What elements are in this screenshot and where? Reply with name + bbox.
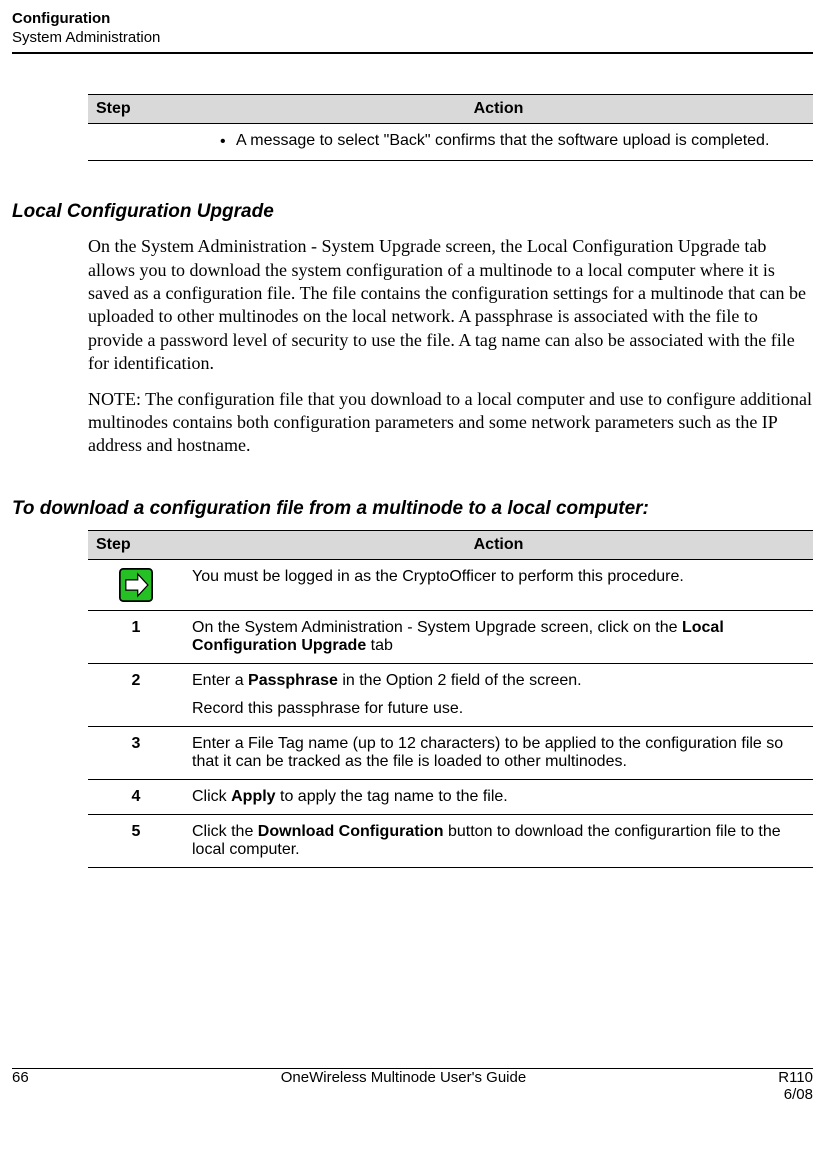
- step-number: 1: [88, 610, 184, 663]
- action-cell: Click the Download Configuration button …: [184, 814, 813, 867]
- col-header-step: Step: [88, 94, 184, 123]
- header-title: Configuration: [12, 10, 813, 29]
- action-text: You must be logged in as the CryptoOffic…: [192, 568, 805, 586]
- action-cell: • A message to select "Back" confirms th…: [184, 123, 813, 161]
- bullet-icon: •: [220, 132, 236, 153]
- footer-revision: R110: [778, 1069, 813, 1086]
- footer-center-text: OneWireless Multinode User's Guide: [281, 1069, 526, 1103]
- action-text: Enter a Passphrase in the Option 2 field…: [192, 672, 805, 690]
- bullet-text: A message to select "Back" confirms that…: [236, 132, 805, 153]
- action-cell: Enter a File Tag name (up to 12 characte…: [184, 726, 813, 779]
- col-header-action: Action: [184, 530, 813, 559]
- section-title-local-config-upgrade: Local Configuration Upgrade: [12, 201, 813, 223]
- page-header: Configuration System Administration: [12, 10, 813, 48]
- col-header-step: Step: [88, 530, 184, 559]
- section-title-download-procedure: To download a configuration file from a …: [12, 498, 813, 520]
- footer-date: 6/08: [778, 1086, 813, 1103]
- step-table-continuation: Step Action • A message to select "Back"…: [88, 94, 813, 162]
- table-row: 5 Click the Download Configuration butto…: [88, 814, 813, 867]
- action-cell: Enter a Passphrase in the Option 2 field…: [184, 663, 813, 726]
- col-header-action: Action: [184, 94, 813, 123]
- action-text: Click Apply to apply the tag name to the…: [192, 788, 805, 806]
- table-row: 4 Click Apply to apply the tag name to t…: [88, 779, 813, 814]
- table-row: 2 Enter a Passphrase in the Option 2 fie…: [88, 663, 813, 726]
- action-text: Enter a File Tag name (up to 12 characte…: [192, 735, 805, 771]
- step-cell-icon: [88, 559, 184, 610]
- body-paragraph: On the System Administration - System Up…: [88, 235, 813, 375]
- action-text: Click the Download Configuration button …: [192, 823, 805, 859]
- header-subtitle: System Administration: [12, 29, 813, 48]
- table-row: You must be logged in as the CryptoOffic…: [88, 559, 813, 610]
- table-header-row: Step Action: [88, 94, 813, 123]
- action-text: Record this passphrase for future use.: [192, 700, 805, 718]
- action-text: On the System Administration - System Up…: [192, 619, 805, 655]
- step-table-download: Step Action You must be logged in as the…: [88, 530, 813, 868]
- action-cell: You must be logged in as the CryptoOffic…: [184, 559, 813, 610]
- arrow-note-icon: [119, 568, 153, 602]
- table-row: 1 On the System Administration - System …: [88, 610, 813, 663]
- step-number: 2: [88, 663, 184, 726]
- step-number: 4: [88, 779, 184, 814]
- table-header-row: Step Action: [88, 530, 813, 559]
- step-number: 3: [88, 726, 184, 779]
- step-cell-empty: [88, 123, 184, 161]
- step-number: 5: [88, 814, 184, 867]
- body-paragraph-note: NOTE: The configuration file that you do…: [88, 388, 813, 458]
- action-cell: On the System Administration - System Up…: [184, 610, 813, 663]
- action-cell: Click Apply to apply the tag name to the…: [184, 779, 813, 814]
- footer-page-number: 66: [12, 1069, 29, 1103]
- table-row: 3 Enter a File Tag name (up to 12 charac…: [88, 726, 813, 779]
- table-row: • A message to select "Back" confirms th…: [88, 123, 813, 161]
- page-footer: 66 OneWireless Multinode User's Guide R1…: [12, 1068, 813, 1103]
